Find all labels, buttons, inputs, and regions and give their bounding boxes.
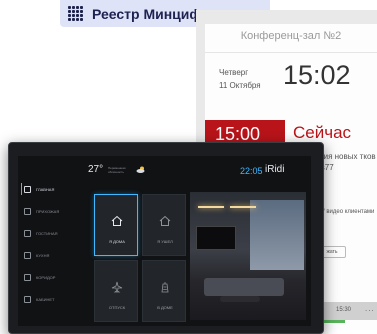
sidebar: ГЛАВНАЯ ПРИХОЖАЯ ГОСТИНАЯ КУХНЯ КОРИДОР … [18, 156, 80, 326]
study-icon [24, 295, 31, 303]
brand-logo: iRidi [265, 164, 285, 175]
date: 11 Октября [219, 81, 261, 90]
clock: 22:05 [240, 166, 263, 176]
scene-tile-vacation[interactable]: ОТПУСК [94, 260, 138, 322]
room-name: Конференц-зал №2 [240, 30, 342, 42]
photo-ceiling-light [230, 206, 256, 208]
sidebar-item-label: ГЛАВНАЯ [36, 186, 55, 192]
hallway-icon [24, 207, 31, 215]
top-bar: 27° Переменная облачность 22:05 iRidi [80, 156, 311, 186]
home-icon [111, 215, 123, 226]
scene-tile-home[interactable]: Я ДОМА [94, 194, 138, 256]
kitchen-icon [24, 251, 31, 259]
sidebar-item-hallway[interactable]: ПРИХОЖАЯ [24, 202, 80, 220]
partly-cloudy-icon [136, 166, 145, 173]
timeline-segment[interactable]: 15:30 [336, 307, 351, 313]
scene-tile-label: Я ДОМА [109, 239, 125, 244]
sidebar-item-label: КАБИНЕТ [36, 296, 55, 302]
divider [205, 52, 377, 53]
sofa-icon [24, 229, 31, 237]
sidebar-item-label: ПРИХОЖАЯ [36, 208, 60, 214]
sidebar-item-main[interactable]: ГЛАВНАЯ [21, 180, 80, 198]
building-icon [161, 282, 169, 293]
sidebar-item-study[interactable]: КАБИНЕТ [24, 290, 80, 308]
room-photo [190, 192, 306, 320]
sidebar-item-label: КОРИДОР [36, 274, 56, 280]
weather-description: Переменная облачность [108, 166, 126, 174]
corridor-icon [24, 273, 31, 281]
scene-tile-label: ОТПУСК [108, 305, 126, 310]
tablet-screen: ГЛАВНАЯ ПРИХОЖАЯ ГОСТИНАЯ КУХНЯ КОРИДОР … [18, 156, 311, 326]
sidebar-item-living-room[interactable]: ГОСТИНАЯ [24, 224, 80, 242]
photo-window [250, 200, 304, 270]
clock: 15:02 [283, 60, 351, 90]
photo-table [220, 296, 260, 302]
scene-tile-label: В ДОМЕ [157, 305, 173, 310]
photo-tv [196, 226, 236, 250]
smart-home-tablet: ГЛАВНАЯ ПРИХОЖАЯ ГОСТИНАЯ КУХНЯ КОРИДОР … [8, 142, 324, 334]
home-outline-icon [159, 215, 171, 226]
current-slot-status: Сейчас [293, 123, 352, 142]
temperature: 27° [88, 164, 104, 175]
scene-tile-away[interactable]: Я УШЕЛ [142, 194, 186, 256]
event-subtitle: / видео клиентами [323, 209, 375, 215]
photo-ceiling-light [198, 206, 224, 208]
sidebar-item-label: ГОСТИНАЯ [36, 230, 58, 236]
scene-tile-in-house[interactable]: В ДОМЕ [142, 260, 186, 322]
weekday: Четверг [219, 68, 249, 77]
sidebar-item-corridor[interactable]: КОРИДОР [24, 268, 80, 286]
registry-grid-logo-icon [68, 5, 84, 22]
photo-sofa [204, 278, 284, 296]
airplane-icon [111, 281, 123, 293]
scene-tile-label: Я УШЕЛ [157, 239, 173, 244]
home-icon [24, 185, 31, 193]
sidebar-item-label: КУХНЯ [36, 252, 50, 258]
more-button[interactable]: ... [365, 304, 375, 313]
sidebar-item-kitchen[interactable]: КУХНЯ [24, 246, 80, 264]
